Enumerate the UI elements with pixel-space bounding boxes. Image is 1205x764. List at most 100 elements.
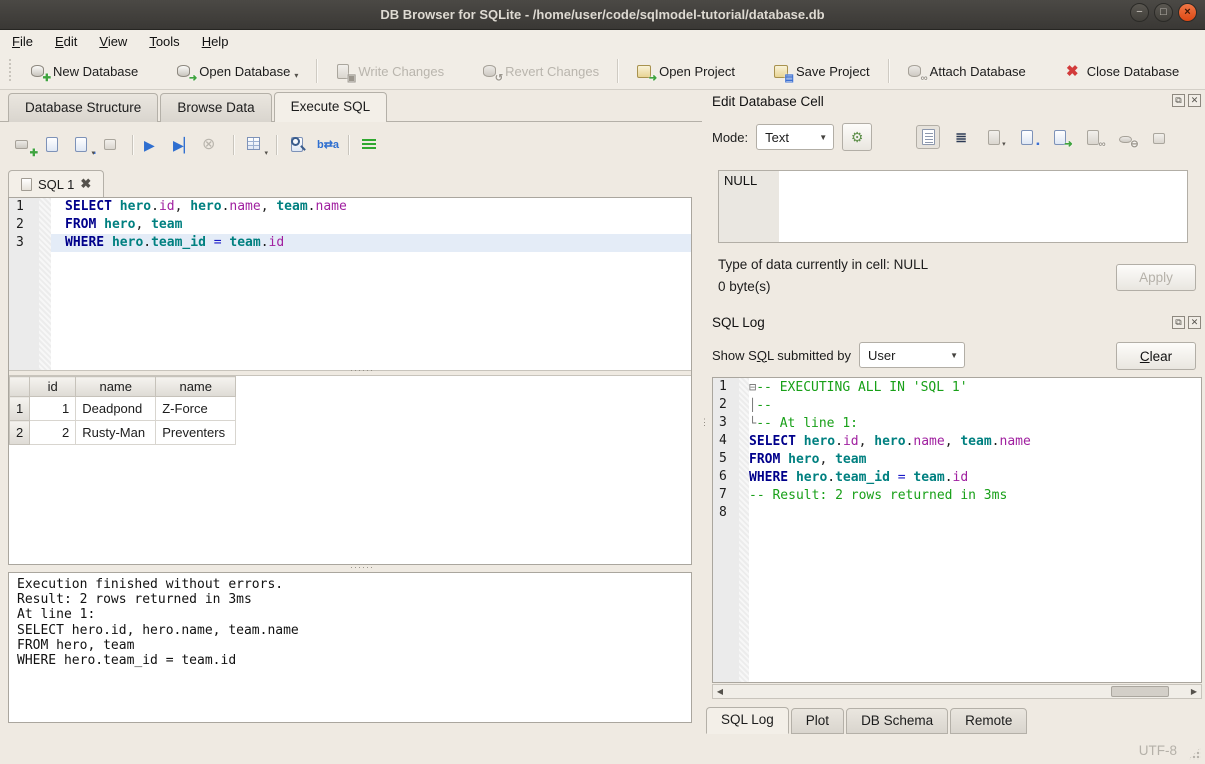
open-sql-file-icon[interactable] bbox=[43, 135, 63, 155]
tab-browse-data[interactable]: Browse Data bbox=[160, 93, 271, 122]
sql-code-editor[interactable]: 1SELECT hero.id, hero.name, team.name2FR… bbox=[9, 198, 691, 370]
main-tab-bar: Database Structure Browse Data Execute S… bbox=[0, 90, 702, 122]
code-line[interactable]: 7-- Result: 2 rows returned in 3ms bbox=[713, 486, 1201, 504]
execution-message-box[interactable]: Execution finished without errors. Resul… bbox=[8, 572, 692, 723]
float-panel-icon[interactable]: ⧉ bbox=[1172, 94, 1185, 107]
minimize-button[interactable]: − bbox=[1130, 3, 1149, 22]
copy-link-button[interactable]: ∞ bbox=[1081, 125, 1105, 149]
float-panel-icon[interactable]: ⧉ bbox=[1172, 316, 1185, 329]
row-header-cell[interactable]: 1 bbox=[10, 397, 30, 421]
table-cell[interactable]: 2 bbox=[30, 421, 76, 445]
maximize-button[interactable]: □ bbox=[1154, 3, 1173, 22]
code-text: ⊟-- EXECUTING ALL IN 'SQL 1' bbox=[749, 378, 968, 396]
code-line[interactable]: 3WHERE hero.team_id = team.id bbox=[9, 234, 691, 252]
table-cell[interactable]: Rusty-Man bbox=[76, 421, 156, 445]
attach-database-button[interactable]: ∞ Attach Database bbox=[897, 58, 1036, 85]
code-text: │-- bbox=[749, 396, 772, 414]
sql-log-view[interactable]: 1⊟-- EXECUTING ALL IN 'SQL 1'2│--3└-- At… bbox=[712, 377, 1202, 683]
code-line[interactable]: 8 bbox=[713, 504, 1201, 522]
dock-tab-sql-log[interactable]: SQL Log bbox=[706, 707, 789, 734]
code-line[interactable]: 1SELECT hero.id, hero.name, team.name bbox=[9, 198, 691, 216]
text-view-button[interactable] bbox=[916, 125, 940, 149]
print-icon[interactable] bbox=[101, 135, 121, 155]
word-wrap-button[interactable]: ≣ bbox=[949, 125, 973, 149]
new-database-button[interactable]: ✚ New Database bbox=[20, 58, 148, 85]
save-results-icon[interactable]: ▾ bbox=[245, 135, 265, 155]
clear-log-button[interactable]: Clear bbox=[1116, 342, 1196, 370]
menu-help[interactable]: Help bbox=[202, 34, 229, 49]
auto-switch-mode-button[interactable]: ⚙ bbox=[842, 123, 872, 151]
open-external-button[interactable]: ➜ bbox=[1048, 125, 1072, 149]
printer-icon bbox=[1151, 129, 1168, 146]
dock-tab-db-schema[interactable]: DB Schema bbox=[846, 708, 948, 734]
code-line[interactable]: 1⊟-- EXECUTING ALL IN 'SQL 1' bbox=[713, 378, 1201, 396]
menu-file[interactable]: File bbox=[12, 34, 33, 49]
code-line[interactable]: 6WHERE hero.team_id = team.id bbox=[713, 468, 1201, 486]
export-data-button[interactable]: ▪ bbox=[1015, 125, 1039, 149]
scroll-left-icon[interactable]: ◀ bbox=[713, 687, 727, 696]
write-changes-button: ▣ Write Changes bbox=[325, 58, 454, 85]
submitted-by-combobox[interactable]: User▼ bbox=[859, 342, 965, 368]
column-header[interactable]: id bbox=[30, 377, 76, 397]
code-line[interactable]: 2FROM hero, team bbox=[9, 216, 691, 234]
open-database-icon: ➜ bbox=[176, 63, 193, 80]
auto-format-icon[interactable] bbox=[360, 135, 380, 155]
sql-editor-code[interactable]: 1SELECT hero.id, hero.name, team.name2FR… bbox=[9, 198, 691, 252]
table-cell[interactable]: Z-Force bbox=[156, 397, 236, 421]
encoding-indicator[interactable]: UTF-8 bbox=[1139, 743, 1177, 758]
table-cell[interactable]: Preventers bbox=[156, 421, 236, 445]
line-number: 2 bbox=[9, 216, 39, 234]
table-cell[interactable]: Deadpond bbox=[76, 397, 156, 421]
open-database-menu-arrow[interactable]: ▾ bbox=[294, 71, 298, 80]
close-button[interactable]: × bbox=[1178, 3, 1197, 22]
menu-edit[interactable]: Edit bbox=[55, 34, 77, 49]
dock-tab-plot[interactable]: Plot bbox=[791, 708, 844, 734]
column-header[interactable]: name bbox=[76, 377, 156, 397]
code-text: WHERE hero.team_id = team.id bbox=[51, 234, 691, 252]
mode-combobox[interactable]: Text▼ bbox=[756, 124, 834, 150]
table-row[interactable]: 11DeadpondZ-Force bbox=[10, 397, 236, 421]
sql-editor-toolbar: ✚ ▪▾ ▶ ▶▏ ⊗ ▾ b⇄a bbox=[14, 132, 380, 158]
scrollbar-thumb[interactable] bbox=[1111, 686, 1169, 697]
results-grid[interactable]: idnamename 11DeadpondZ-Force22Rusty-ManP… bbox=[9, 376, 691, 564]
save-sql-file-icon[interactable]: ▪▾ bbox=[72, 135, 92, 155]
sql-file-tab[interactable]: SQL 1 ✖ bbox=[8, 170, 104, 198]
close-panel-icon[interactable]: ✕ bbox=[1188, 316, 1201, 329]
menu-view[interactable]: View bbox=[99, 34, 127, 49]
column-header[interactable]: name bbox=[156, 377, 236, 397]
code-line[interactable]: 2│-- bbox=[713, 396, 1201, 414]
row-header-cell[interactable]: 2 bbox=[10, 421, 30, 445]
code-line[interactable]: 3└-- At line 1: bbox=[713, 414, 1201, 432]
new-sql-tab-icon[interactable]: ✚ bbox=[14, 135, 34, 155]
mode-label: Mode: bbox=[712, 130, 748, 145]
log-horizontal-scrollbar[interactable]: ◀ ▶ bbox=[712, 684, 1202, 699]
tab-execute-sql[interactable]: Execute SQL bbox=[274, 92, 388, 122]
set-null-button: ⊖ bbox=[1114, 125, 1138, 149]
toolbar-drag-handle[interactable] bbox=[6, 59, 14, 83]
find-icon[interactable] bbox=[288, 135, 308, 155]
table-cell[interactable]: 1 bbox=[30, 397, 76, 421]
find-replace-icon[interactable]: b⇄a bbox=[317, 135, 337, 155]
save-project-button[interactable]: ▤ Save Project bbox=[763, 58, 880, 85]
close-database-button[interactable]: ✖ Close Database bbox=[1054, 58, 1190, 85]
resize-grip[interactable] bbox=[1188, 747, 1201, 760]
stop-execution-icon: ⊗ bbox=[202, 135, 222, 155]
menu-tools[interactable]: Tools bbox=[149, 34, 179, 49]
close-tab-icon[interactable]: ✖ bbox=[80, 176, 91, 192]
code-line[interactable]: 4SELECT hero.id, hero.name, team.name bbox=[713, 432, 1201, 450]
corner-header-cell[interactable] bbox=[10, 377, 30, 397]
close-panel-icon[interactable]: ✕ bbox=[1188, 94, 1201, 107]
open-database-button[interactable]: ➜ Open Database ▾ bbox=[166, 58, 308, 85]
line-number: 6 bbox=[713, 468, 739, 486]
execute-current-line-icon[interactable]: ▶▏ bbox=[173, 135, 193, 155]
open-project-button[interactable]: ➜ Open Project bbox=[626, 58, 745, 85]
print-cell-button[interactable] bbox=[1147, 125, 1171, 149]
dock-tab-remote[interactable]: Remote bbox=[950, 708, 1027, 734]
table-row[interactable]: 22Rusty-ManPreventers bbox=[10, 421, 236, 445]
title-bar[interactable]: DB Browser for SQLite - /home/user/code/… bbox=[0, 0, 1205, 30]
cell-value-editor[interactable]: NULL bbox=[718, 170, 1188, 243]
tab-database-structure[interactable]: Database Structure bbox=[8, 93, 158, 122]
execute-all-icon[interactable]: ▶ bbox=[144, 135, 164, 155]
scroll-right-icon[interactable]: ▶ bbox=[1187, 687, 1201, 696]
code-line[interactable]: 5FROM hero, team bbox=[713, 450, 1201, 468]
